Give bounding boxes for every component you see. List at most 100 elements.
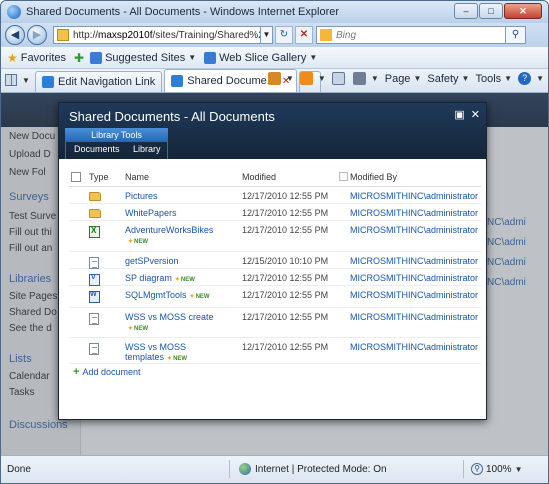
- chevron-down-icon: ▼: [309, 53, 318, 62]
- browser-window: Shared Documents - All Documents - Windo…: [0, 0, 549, 484]
- column-name[interactable]: Name: [125, 172, 149, 182]
- modified-cell: 12/15/2010 10:10 PM: [242, 256, 329, 266]
- back-button[interactable]: ◀: [5, 25, 25, 45]
- address-dropdown-button[interactable]: ▼: [261, 26, 273, 44]
- zoom-icon: ⚲: [471, 463, 483, 475]
- forward-button[interactable]: ▶: [27, 25, 47, 45]
- document-name-link[interactable]: WhitePapers: [125, 208, 177, 218]
- document-name-cell: WSS vs MOSS create NEW: [125, 312, 225, 332]
- modified-by-filter-checkbox[interactable]: [339, 172, 348, 181]
- column-modified[interactable]: Modified: [242, 172, 276, 182]
- search-input[interactable]: Bing: [316, 26, 506, 44]
- modified-by-link[interactable]: MICROSMITHINC\administrator: [350, 191, 478, 201]
- close-button[interactable]: ✕: [504, 3, 542, 19]
- zoom-control[interactable]: ⚲ 100% ▼: [471, 463, 523, 475]
- ie-logo-icon: [7, 5, 21, 19]
- modified-by-link[interactable]: MICROSMITHINC\administrator: [350, 256, 478, 266]
- page-menu[interactable]: Page ▼: [385, 73, 422, 85]
- modified-by-link[interactable]: MICROSMITHINC\administrator: [350, 290, 478, 300]
- modified-by-link[interactable]: MICROSMITHINC\administrator: [350, 208, 478, 218]
- modified-by-link[interactable]: MICROSMITHINC\administrator: [350, 342, 478, 352]
- table-row[interactable]: AdventureWorksBikes NEW 12/17/2010 12:55 P…: [69, 221, 481, 252]
- address-bar[interactable]: http://maxsp2010f/sites/Training/Shared%…: [53, 26, 261, 44]
- suggested-sites-link[interactable]: Suggested Sites ▼: [90, 51, 196, 64]
- quick-tabs-button[interactable]: ▼: [5, 70, 35, 90]
- document-list: Type Name Modified Modified By Pictures 1…: [69, 169, 481, 364]
- bing-icon: [320, 29, 332, 41]
- maximize-button[interactable]: □: [479, 3, 503, 19]
- document-name-cell: getSPversion: [125, 256, 225, 266]
- help-icon: ?: [518, 72, 532, 85]
- visio-icon: [89, 274, 100, 286]
- tab-documents[interactable]: Documents: [74, 144, 120, 154]
- safety-menu[interactable]: Safety ▼: [427, 73, 469, 85]
- title-bar: Shared Documents - All Documents - Windo…: [1, 1, 548, 23]
- document-name-link[interactable]: getSPversion: [125, 256, 179, 266]
- modified-by-link[interactable]: MICROSMITHINC\administrator: [350, 225, 478, 235]
- refresh-button[interactable]: ↻: [275, 26, 293, 44]
- modified-by-link[interactable]: MICROSMITHINC\administrator: [350, 312, 478, 322]
- dialog-controls: ▣ ✕: [454, 108, 480, 121]
- window-controls: – □ ✕: [454, 3, 542, 19]
- document-name-link[interactable]: Pictures: [125, 191, 158, 201]
- modified-cell: 12/17/2010 12:55 PM: [242, 208, 329, 218]
- table-row[interactable]: WhitePapers 12/17/2010 12:55 PM MICROSMITH…: [69, 204, 481, 221]
- table-row[interactable]: SQLMgmtToolsNEW 12/17/2010 12:55 PM MICROS…: [69, 286, 481, 308]
- doc-icon: [89, 257, 99, 269]
- dialog-maximize-icon[interactable]: ▣: [454, 108, 464, 121]
- table-row[interactable]: WSS vs MOSS create NEW 12/17/2010 12:55 PM…: [69, 308, 481, 338]
- document-name-cell: AdventureWorksBikes NEW: [125, 225, 225, 245]
- favorites-button[interactable]: ★ Favorites: [7, 51, 66, 65]
- tab-edit-navigation-link[interactable]: Edit Navigation Link: [35, 71, 163, 92]
- help-button[interactable]: ? ▼: [518, 72, 544, 85]
- dialog-close-icon[interactable]: ✕: [471, 108, 480, 121]
- table-row[interactable]: Pictures 12/17/2010 12:55 PM MICROSMITHINC…: [69, 187, 481, 204]
- document-name-link[interactable]: AdventureWorksBikes: [125, 225, 213, 235]
- modified-cell: 12/17/2010 12:55 PM: [242, 273, 329, 283]
- modified-by-link[interactable]: MICROSMITHINC\administrator: [350, 273, 478, 283]
- document-name-link[interactable]: SQLMgmtTools: [125, 290, 187, 300]
- feeds-button[interactable]: ▼: [299, 72, 326, 85]
- modified-cell: 12/17/2010 12:55 PM: [242, 342, 329, 352]
- status-text: Done: [7, 464, 31, 475]
- table-row[interactable]: SP diagramNEW 12/17/2010 12:55 PM MICROSMI…: [69, 269, 481, 286]
- security-zone[interactable]: Internet | Protected Mode: On: [239, 463, 387, 475]
- document-name-cell: SP diagramNEW: [125, 273, 225, 283]
- web-slice-gallery-link[interactable]: Web Slice Gallery ▼: [204, 51, 318, 64]
- add-favorite-icon[interactable]: ✚: [74, 51, 84, 65]
- modified-cell: 12/17/2010 12:55 PM: [242, 312, 329, 322]
- word-icon: [89, 291, 100, 303]
- chevron-down-icon: ▼: [22, 75, 30, 85]
- stop-button[interactable]: ✕: [295, 26, 313, 44]
- minimize-button[interactable]: –: [454, 3, 478, 19]
- search-icon[interactable]: ⚲: [506, 26, 526, 44]
- modified-cell: 12/17/2010 12:55 PM: [242, 290, 329, 300]
- suggested-sites-icon: [90, 51, 103, 64]
- library-tools-label: Library Tools: [65, 128, 168, 142]
- document-name-link[interactable]: WSS vs MOSS create: [125, 312, 214, 322]
- print-button[interactable]: ▼: [352, 72, 379, 85]
- list-rows: Pictures 12/17/2010 12:55 PM MICROSMITHINC…: [69, 187, 481, 364]
- document-name-link[interactable]: SP diagram: [125, 273, 172, 283]
- select-all-checkbox[interactable]: [71, 172, 81, 182]
- add-document-link[interactable]: + Add document: [73, 366, 140, 378]
- home-button[interactable]: ▼: [267, 72, 294, 85]
- globe-icon: [239, 463, 251, 475]
- table-row[interactable]: getSPversion 12/15/2010 10:10 PM MICROSMIT…: [69, 252, 481, 269]
- rss-icon: [299, 72, 313, 85]
- mail-button[interactable]: [331, 72, 347, 85]
- window-title: Shared Documents - All Documents - Windo…: [26, 6, 340, 18]
- new-badge: NEW: [167, 355, 187, 362]
- favorites-bar: ★ Favorites ✚ Suggested Sites ▼ Web Slic…: [1, 47, 548, 69]
- column-type[interactable]: Type: [89, 172, 109, 182]
- document-name-cell: Pictures: [125, 191, 225, 201]
- favorites-star-icon: ★: [7, 50, 18, 65]
- tab-page-icon: [171, 75, 184, 87]
- tab-library[interactable]: Library: [133, 144, 161, 154]
- table-row[interactable]: WSS vs MOSS templatesNEW 12/17/2010 12:55…: [69, 338, 481, 364]
- home-icon: [267, 72, 281, 85]
- column-modified-by[interactable]: Modified By: [350, 172, 397, 182]
- tab-page-icon: [42, 76, 54, 88]
- tools-menu[interactable]: Tools ▼: [475, 73, 512, 85]
- document-name-cell: WSS vs MOSS templatesNEW: [125, 342, 225, 362]
